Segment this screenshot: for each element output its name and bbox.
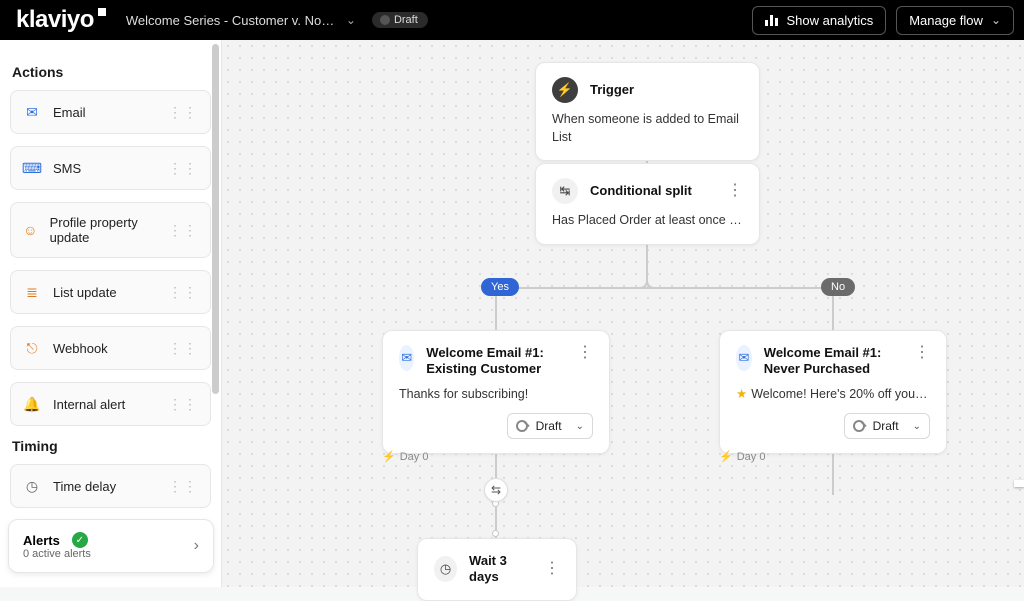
day-badge: ⚡ Day 0 bbox=[382, 450, 428, 463]
flow-status-label: Draft bbox=[394, 14, 418, 26]
star-icon: ★ bbox=[736, 387, 747, 401]
node-description: Has Placed Order at least once over all … bbox=[552, 212, 743, 230]
clock-icon: ◷ bbox=[23, 477, 41, 495]
show-analytics-button[interactable]: Show analytics bbox=[752, 6, 887, 35]
node-wait[interactable]: ◷ Wait 3 days ⋮ bbox=[417, 538, 577, 601]
branch-pill-yes: Yes bbox=[481, 278, 519, 296]
chevron-right-icon[interactable]: › bbox=[194, 537, 199, 555]
node-title: Welcome Email #1: Existing Customer bbox=[426, 345, 565, 378]
check-circle-icon: ✓ bbox=[72, 532, 88, 548]
logo: klaviyo bbox=[16, 6, 106, 34]
sidebar-heading-actions: Actions bbox=[12, 64, 209, 80]
flow-title[interactable]: Welcome Series - Customer v. Non-Cus… bbox=[126, 13, 336, 28]
sidebar-item-profile-update[interactable]: ☺ Profile property update ⋮⋮ bbox=[10, 202, 211, 258]
sidebar-item-label: SMS bbox=[53, 161, 81, 176]
node-menu-button[interactable]: ⋮ bbox=[727, 183, 743, 199]
status-select[interactable]: Draft ⌄ bbox=[507, 413, 593, 439]
draft-status-icon bbox=[516, 420, 528, 432]
sidebar-item-list-update[interactable]: ≣ List update ⋮⋮ bbox=[10, 270, 211, 314]
manage-flow-button[interactable]: Manage flow ⌄ bbox=[896, 6, 1014, 35]
list-icon: ≣ bbox=[23, 283, 41, 301]
canvas-minimap-edge bbox=[1014, 480, 1024, 487]
node-title: Trigger bbox=[590, 82, 634, 98]
drag-handle-icon[interactable]: ⋮⋮ bbox=[168, 160, 198, 177]
sidebar-item-label: Email bbox=[53, 105, 86, 120]
bar-chart-icon bbox=[765, 14, 779, 26]
node-email-existing-customer[interactable]: ✉ Welcome Email #1: Existing Customer ⋮ … bbox=[382, 330, 610, 454]
drag-handle-icon[interactable]: ⋮⋮ bbox=[168, 396, 198, 413]
sidebar-item-internal-alert[interactable]: 🔔 Internal alert ⋮⋮ bbox=[10, 382, 211, 426]
sms-icon: ⌨ bbox=[23, 159, 41, 177]
bolt-icon: ⚡ bbox=[719, 450, 733, 463]
chevron-down-icon: ⌄ bbox=[576, 421, 584, 432]
sidebar-item-label: Time delay bbox=[53, 479, 116, 494]
draft-status-icon bbox=[853, 420, 865, 432]
sidebar-heading-timing: Timing bbox=[12, 438, 209, 454]
node-preview: ★Welcome! Here's 20% off your first or… bbox=[736, 386, 930, 404]
node-menu-button[interactable]: ⋮ bbox=[914, 345, 930, 361]
chevron-down-icon: ⌄ bbox=[991, 13, 1001, 27]
sidebar-item-sms[interactable]: ⌨ SMS ⋮⋮ bbox=[10, 146, 211, 190]
day-label: Day 0 bbox=[737, 451, 766, 463]
node-description: When someone is added to Email List bbox=[552, 111, 743, 146]
alerts-panel[interactable]: Alerts ✓ 0 active alerts › bbox=[8, 519, 214, 573]
sidebar-item-time-delay[interactable]: ◷ Time delay ⋮⋮ bbox=[10, 464, 211, 508]
node-conditional-split[interactable]: ↹ Conditional split ⋮ Has Placed Order a… bbox=[535, 163, 760, 245]
node-preview: Thanks for subscribing! bbox=[399, 386, 593, 404]
day-label: Day 0 bbox=[400, 451, 429, 463]
drag-handle-icon[interactable]: ⋮⋮ bbox=[168, 478, 198, 495]
drag-handle-icon[interactable]: ⋮⋮ bbox=[168, 340, 198, 357]
sidebar-item-label: Webhook bbox=[53, 341, 108, 356]
node-email-never-purchased[interactable]: ✉ Welcome Email #1: Never Purchased ⋮ ★W… bbox=[719, 330, 947, 454]
drag-handle-icon[interactable]: ⋮⋮ bbox=[168, 222, 198, 239]
status-label: Draft bbox=[536, 419, 562, 433]
node-trigger[interactable]: ⚡ Trigger When someone is added to Email… bbox=[535, 62, 760, 161]
status-label: Draft bbox=[873, 419, 899, 433]
manage-flow-label: Manage flow bbox=[909, 13, 983, 28]
email-icon: ✉ bbox=[23, 103, 41, 121]
drag-handle-icon[interactable]: ⋮⋮ bbox=[168, 104, 198, 121]
chevron-down-icon: ⌄ bbox=[913, 421, 921, 432]
swap-icon: ⇆ bbox=[491, 483, 501, 497]
node-menu-button[interactable]: ⋮ bbox=[577, 345, 593, 361]
sidebar-item-label: Internal alert bbox=[53, 397, 125, 412]
sidebar-item-email[interactable]: ✉ Email ⋮⋮ bbox=[10, 90, 211, 134]
topbar: klaviyo Welcome Series - Customer v. Non… bbox=[0, 0, 1024, 40]
drag-handle-icon[interactable]: ⋮⋮ bbox=[168, 284, 198, 301]
sidebar-item-label: List update bbox=[53, 285, 117, 300]
sidebar-item-webhook[interactable]: ⎋ Webhook ⋮⋮ bbox=[10, 326, 211, 370]
webhook-icon: ⎋ bbox=[23, 339, 41, 357]
split-icon: ↹ bbox=[552, 178, 578, 204]
node-menu-button[interactable]: ⋮ bbox=[544, 561, 560, 577]
alerts-title: Alerts bbox=[23, 533, 60, 548]
node-title: Conditional split bbox=[590, 183, 692, 199]
bell-icon: 🔔 bbox=[23, 395, 41, 413]
flow-title-chevron-icon[interactable]: ⌄ bbox=[346, 13, 356, 27]
node-title: Welcome Email #1: Never Purchased bbox=[764, 345, 902, 378]
profile-icon: ☺ bbox=[23, 221, 38, 239]
sidebar: Actions ✉ Email ⋮⋮ ⌨ SMS ⋮⋮ ☺ Profile pr… bbox=[0, 40, 222, 587]
sidebar-scrollbar[interactable] bbox=[212, 44, 219, 394]
day-badge: ⚡ Day 0 bbox=[719, 450, 765, 463]
connector-dot bbox=[492, 530, 499, 537]
bolt-icon: ⚡ bbox=[382, 450, 396, 463]
bolt-icon: ⚡ bbox=[552, 77, 578, 103]
status-select[interactable]: Draft ⌄ bbox=[844, 413, 930, 439]
sidebar-item-label: Profile property update bbox=[50, 215, 156, 245]
flow-canvas[interactable]: ⚡ Trigger When someone is added to Email… bbox=[222, 40, 1024, 587]
email-icon: ✉ bbox=[736, 345, 752, 371]
pencil-icon bbox=[380, 15, 390, 25]
show-analytics-label: Show analytics bbox=[787, 13, 874, 28]
node-title: Wait 3 days bbox=[469, 553, 532, 586]
flow-status-badge[interactable]: Draft bbox=[372, 12, 428, 28]
alerts-sub: 0 active alerts bbox=[23, 548, 91, 560]
clock-icon: ◷ bbox=[434, 556, 457, 582]
email-icon: ✉ bbox=[399, 345, 414, 371]
add-step-button[interactable]: ⇆ bbox=[484, 478, 508, 502]
branch-pill-no: No bbox=[821, 278, 855, 296]
